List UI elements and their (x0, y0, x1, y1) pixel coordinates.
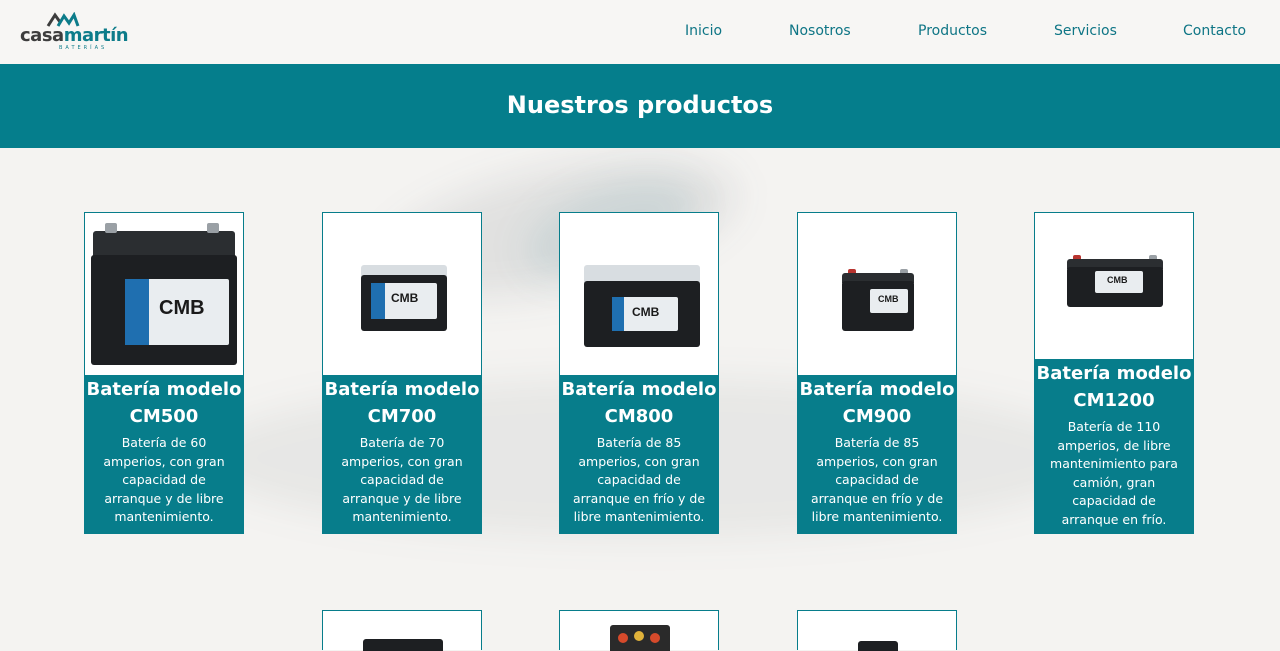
product-name: Batería modelo CM700 (324, 379, 480, 427)
logo-subtitle: BATERÍAS (59, 45, 108, 51)
nav-inicio[interactable]: Inicio (685, 23, 722, 39)
product-image (858, 641, 898, 651)
site-header: casamartín BATERÍAS Inicio Nosotros Prod… (0, 0, 1280, 64)
nav-productos[interactable]: Productos (918, 23, 987, 39)
product-name: Batería modelo CM900 (799, 379, 955, 427)
page-title-bar: Nuestros productos (0, 64, 1280, 148)
product-image (363, 639, 443, 651)
nav-contacto[interactable]: Contacto (1183, 23, 1246, 39)
product-image: CMB (1035, 213, 1193, 359)
product-description: Batería de 110 amperios, de libre manten… (1050, 419, 1178, 527)
product-image: CMB (323, 213, 481, 375)
product-card-cm1200[interactable]: CMB Batería modelo CM1200 Batería de 110… (1034, 212, 1194, 534)
product-image: CMB (85, 213, 243, 375)
product-description: Batería de 85 amperios, con gran capacid… (572, 435, 706, 524)
product-image: CMB (798, 213, 956, 375)
product-card-cm800[interactable]: CMB Batería modelo CM800 Batería de 85 a… (559, 212, 719, 534)
product-card-row2-2[interactable] (559, 610, 719, 651)
product-card-cm500[interactable]: CMB Batería modelo CM500 Batería de 60 a… (84, 212, 244, 534)
product-card-row2-1[interactable] (322, 610, 482, 651)
product-card-cm700[interactable]: CMB Batería modelo CM700 Batería de 70 a… (322, 212, 482, 534)
product-description: Batería de 85 amperios, con gran capacid… (810, 435, 944, 524)
casamartin-logo[interactable]: casamartín BATERÍAS (20, 12, 129, 52)
product-card-cm900[interactable]: CMB Batería modelo CM900 Batería de 85 a… (797, 212, 957, 534)
product-name: Batería modelo CM1200 (1036, 363, 1192, 411)
product-name: Batería modelo CM800 (561, 379, 717, 427)
product-description: Batería de 70 amperios, con gran capacid… (341, 435, 463, 524)
product-name: Batería modelo CM500 (86, 379, 242, 427)
product-card-row2-3[interactable] (797, 610, 957, 651)
logo-wordmark: casamartín (20, 25, 129, 46)
product-image: CMB (560, 213, 718, 375)
nav-servicios[interactable]: Servicios (1054, 23, 1117, 39)
page-title: Nuestros productos (506, 91, 774, 119)
nav-nosotros[interactable]: Nosotros (789, 23, 851, 39)
product-description: Batería de 60 amperios, con gran capacid… (103, 435, 225, 524)
